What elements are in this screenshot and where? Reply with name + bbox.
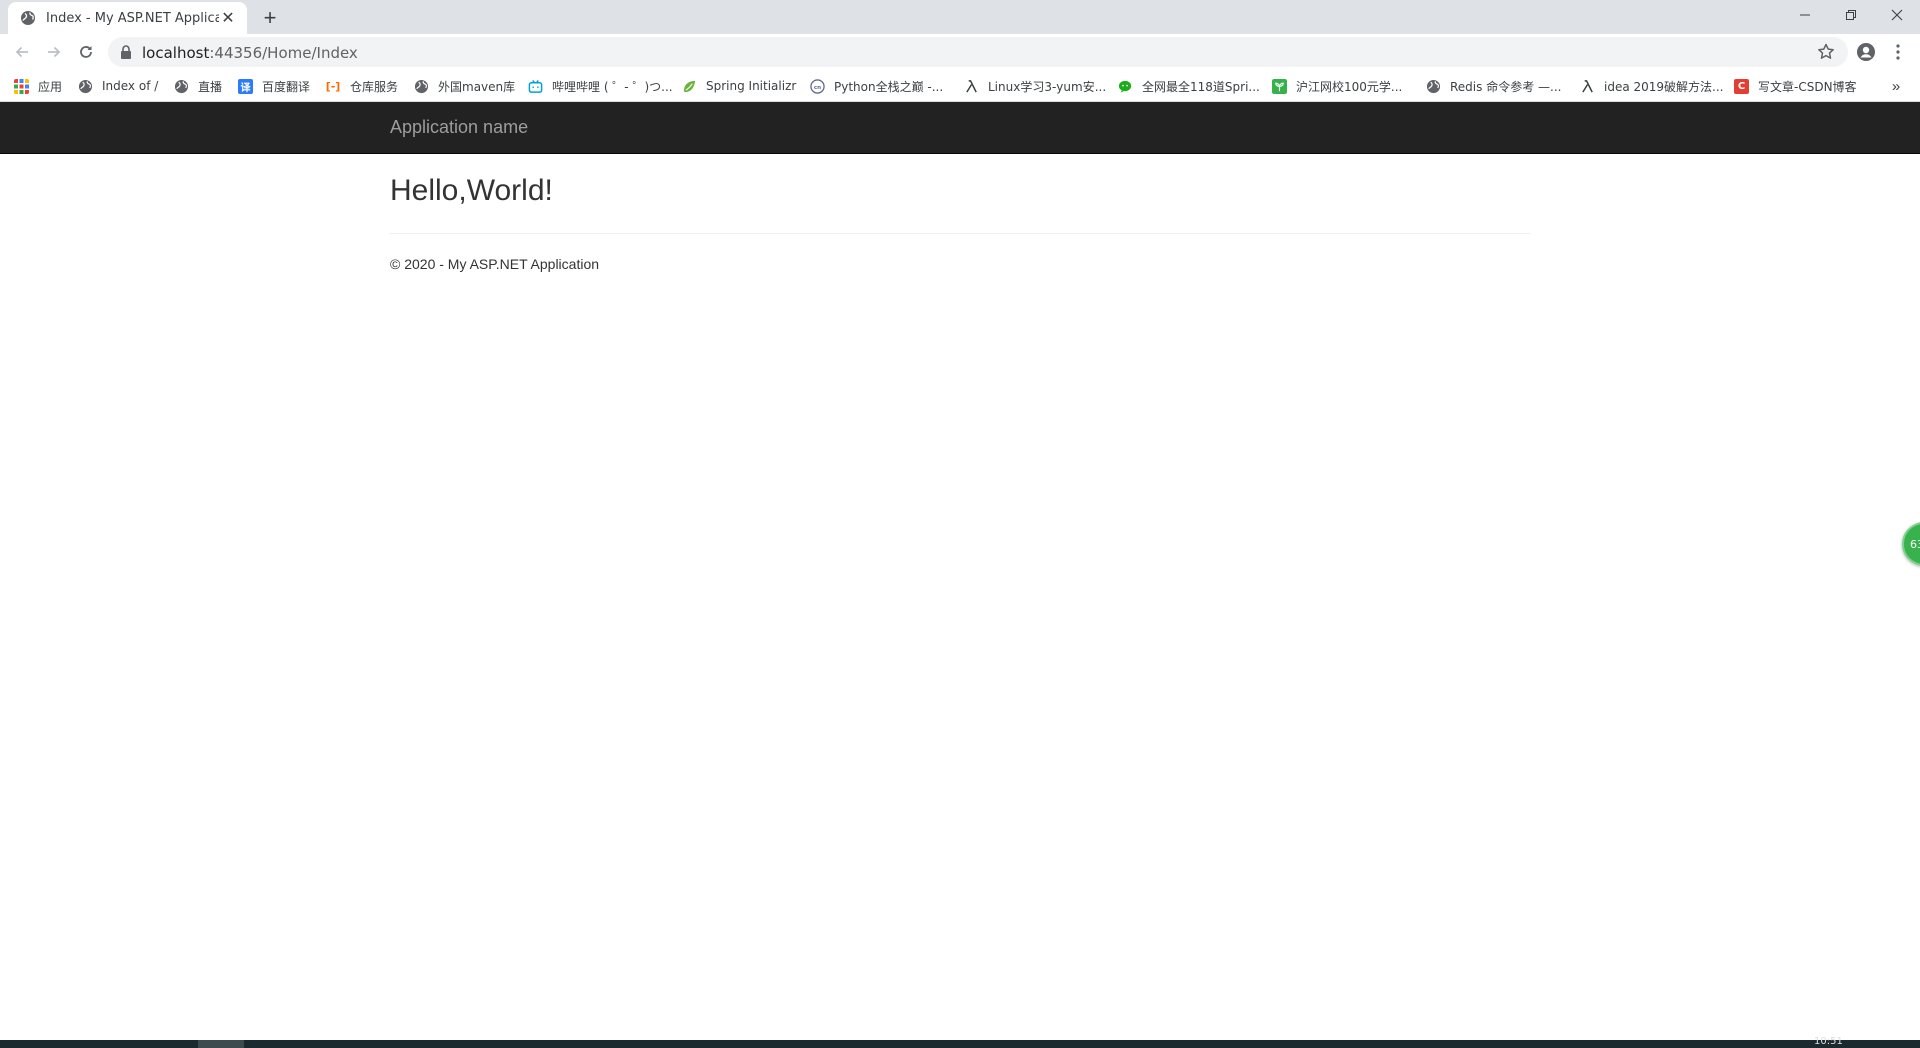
bookmark-spring-initializr[interactable]: Spring Initializr — [682, 76, 796, 96]
bookmark-baidu-translate[interactable]: 译 百度翻译 — [238, 76, 310, 96]
spring-icon — [683, 80, 696, 92]
apps-grid-icon — [14, 78, 29, 94]
bookmark-label: 外国maven库 — [438, 79, 516, 94]
globe-icon — [414, 79, 429, 93]
bookmark-label: 全网最全118道Spri... — [1142, 79, 1260, 94]
profile-button[interactable] — [1853, 39, 1879, 65]
restore-icon — [1846, 10, 1856, 20]
bookmark-redis[interactable]: Redis 命令参考 —... — [1426, 76, 1561, 96]
bookmark-label: Redis 命令参考 —... — [1450, 79, 1562, 94]
bookmark-bilibili[interactable]: 哔哩哔哩 ( ゜- ゜)つ... — [528, 76, 673, 96]
browser-toolbar: localhost:44356/Home/Index — [0, 34, 1920, 70]
bookmark-csdn[interactable]: C 写文章-CSDN博客 — [1734, 76, 1857, 96]
reload-button[interactable] — [72, 38, 100, 66]
bookmark-idea[interactable]: idea 2019破解方法... — [1580, 76, 1724, 96]
bookmark-label: 仓库服务 — [350, 79, 399, 94]
divider — [390, 233, 1530, 234]
tab-title: Index - My ASP.NET Applicatic — [46, 10, 219, 26]
url-text[interactable]: localhost:44356/Home/Index — [142, 44, 358, 62]
site-navbar: Application name — [0, 102, 1920, 154]
navbar-brand-link[interactable]: Application name — [390, 117, 528, 138]
bilibili-icon — [528, 79, 543, 93]
close-window-button[interactable] — [1874, 0, 1920, 30]
bookmark-live[interactable]: 直播 — [174, 76, 222, 96]
bookmark-label: 哔哩哔哩 ( ゜- ゜)つ... — [552, 79, 673, 94]
url-path: :44356/Home/Index — [209, 44, 358, 62]
forward-button[interactable] — [40, 38, 68, 66]
translate-icon: 译 — [238, 78, 253, 94]
body-content: Hello,World! © 2020 - My ASP.NET Applica… — [390, 154, 1530, 272]
lambda-icon — [1582, 79, 1593, 93]
bookmark-label: 直播 — [198, 79, 223, 94]
bookmark-label: Index of / — [102, 79, 159, 93]
url-host: localhost — [142, 44, 210, 62]
bookmark-python[interactable]: cn Python全栈之巅 -... — [810, 76, 943, 96]
aliyun-icon: [-] — [325, 79, 341, 93]
bookmark-linux[interactable]: Linux学习3-yum安... — [964, 76, 1106, 96]
back-arrow-icon — [15, 46, 28, 58]
bookmarks-overflow-button[interactable]: » — [1886, 76, 1906, 96]
back-button[interactable] — [8, 38, 36, 66]
globe-icon — [78, 79, 93, 93]
minimize-button[interactable] — [1782, 0, 1828, 30]
csdn-icon: C — [1734, 78, 1749, 94]
tab-close-icon[interactable]: ✕ — [219, 9, 237, 27]
page-heading: Hello,World! — [390, 174, 553, 207]
bookmark-label: Linux学习3-yum安... — [988, 79, 1107, 94]
tab-strip: Index - My ASP.NET Applicatic ✕ + — [0, 0, 1920, 34]
page-footer: © 2020 - My ASP.NET Application — [390, 256, 600, 272]
globe-icon — [21, 11, 35, 25]
globe-icon — [1426, 79, 1441, 93]
globe-icon — [174, 79, 189, 93]
bookmark-label: Spring Initializr — [706, 79, 797, 93]
bookmarks-bar: 应用 Index of / 直播 译 百度翻译 [-] 仓库服务 外国maven… — [0, 70, 1920, 102]
bookmark-label: 写文章-CSDN博客 — [1758, 79, 1857, 94]
bookmark-label: 百度翻译 — [262, 79, 311, 94]
bookmark-warehouse[interactable]: [-] 仓库服务 — [325, 76, 398, 96]
svg-text:cn: cn — [814, 84, 821, 90]
cnblogs-icon: cn — [810, 78, 825, 94]
lambda-icon — [966, 79, 977, 93]
bookmark-label: Python全栈之巅 -... — [834, 79, 944, 94]
hujiang-icon — [1272, 78, 1287, 94]
taskbar-active-app[interactable] — [198, 1040, 244, 1048]
bookmark-star-icon[interactable] — [1816, 42, 1836, 62]
minimize-icon — [1800, 14, 1810, 16]
account-icon — [1857, 43, 1875, 61]
restore-button[interactable] — [1828, 0, 1874, 30]
active-tab[interactable]: Index - My ASP.NET Applicatic ✕ — [8, 2, 247, 34]
new-tab-button[interactable]: + — [258, 6, 282, 30]
kebab-menu-icon — [1896, 44, 1900, 60]
bookmark-label: 应用 — [38, 79, 63, 94]
bookmark-index-of[interactable]: Index of / — [78, 76, 158, 96]
bookmark-hujiang[interactable]: 沪江网校100元学... — [1272, 76, 1402, 96]
browser-menu-button[interactable] — [1885, 39, 1911, 65]
bookmark-maven[interactable]: 外国maven库 — [414, 76, 515, 96]
address-bar[interactable]: localhost:44356/Home/Index — [108, 37, 1848, 67]
os-taskbar: 10:51 — [0, 1036, 1920, 1048]
bookmark-spring-questions[interactable]: 全网最全118道Spri... — [1118, 76, 1260, 96]
bookmark-apps[interactable]: 应用 — [14, 76, 62, 96]
taskbar-clock: 10:51 — [1814, 1036, 1843, 1047]
bookmark-label: idea 2019破解方法... — [1604, 79, 1724, 94]
lock-icon[interactable] — [120, 45, 132, 59]
badge-count: 63 — [1910, 537, 1920, 551]
close-icon — [1891, 9, 1903, 21]
wechat-icon — [1118, 80, 1132, 93]
forward-arrow-icon — [48, 46, 61, 58]
bookmark-label: 沪江网校100元学... — [1296, 79, 1403, 94]
floating-assistant-badge[interactable]: 63 — [1902, 522, 1920, 566]
reload-icon — [80, 46, 92, 58]
